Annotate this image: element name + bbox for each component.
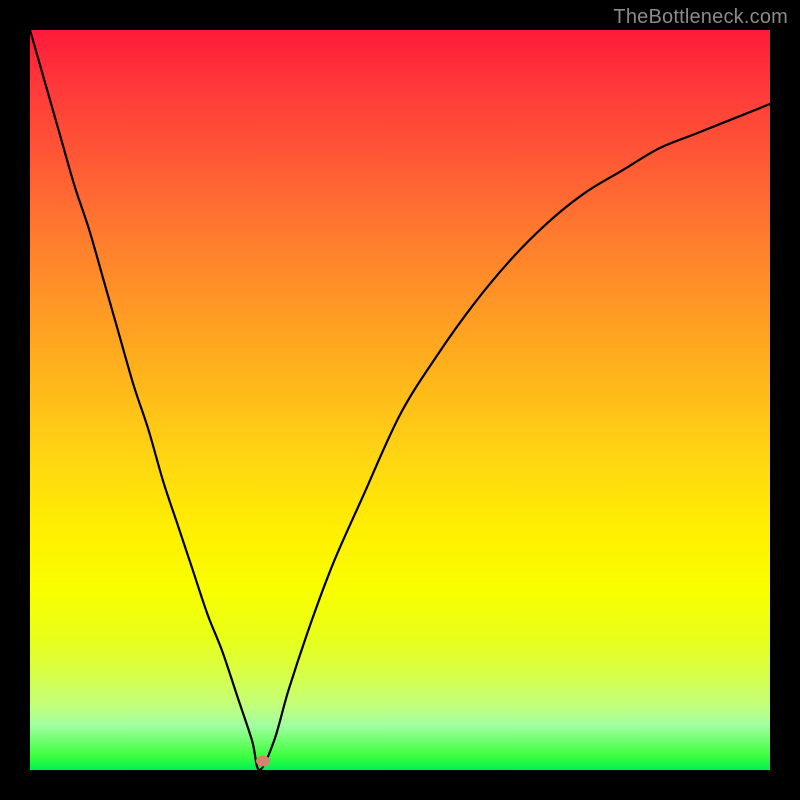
- bottleneck-curve: [30, 30, 770, 770]
- watermark-text: TheBottleneck.com: [613, 6, 788, 29]
- chart-frame: TheBottleneck.com: [0, 0, 800, 800]
- plot-area: [30, 30, 770, 770]
- curve-svg: [30, 30, 770, 770]
- optimal-point-marker: [256, 756, 270, 767]
